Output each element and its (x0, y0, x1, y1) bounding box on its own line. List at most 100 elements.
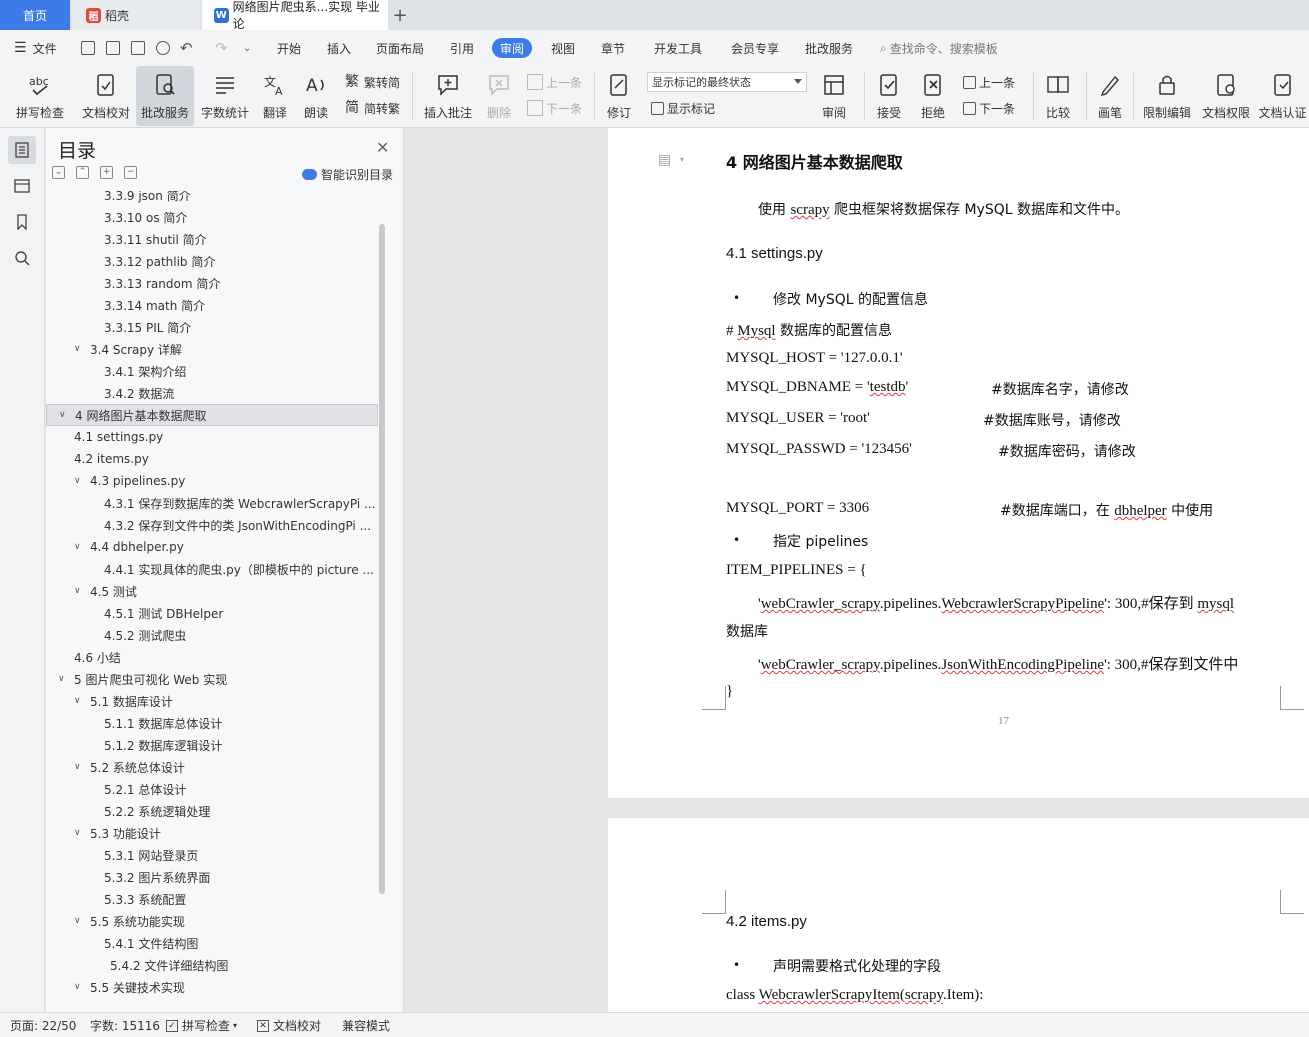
toc-item[interactable]: ∨ 4 网络图片基本数据爬取 (46, 404, 378, 426)
accept-button[interactable]: 接受 (869, 66, 909, 126)
tab-daoke[interactable]: 稻 稻壳 (72, 0, 200, 30)
to-simplified-button[interactable]: 简 简转繁 (345, 97, 400, 119)
find-toggle[interactable] (8, 244, 36, 272)
toc-item[interactable]: ∨ 4.4 dbhelper.py (46, 536, 378, 558)
track-changes-button[interactable]: 修订 (600, 66, 638, 126)
chevron-down-icon[interactable]: ∨ (74, 542, 84, 552)
chevron-down-icon[interactable]: ∨ (74, 696, 84, 706)
word-count-button[interactable]: 字数统计 (197, 66, 253, 126)
next-change-button[interactable]: 下一条 (963, 97, 1015, 119)
toc-item[interactable]: ∨ 5.5 系统功能实现 (46, 910, 378, 932)
print-icon[interactable] (131, 41, 145, 55)
toc-item[interactable]: 3.4.1 架构介绍 (46, 360, 378, 382)
menu-review[interactable]: 审阅 (492, 38, 533, 58)
paragraph-format-icon[interactable]: ▤ (658, 152, 671, 168)
toc-item[interactable]: 3.3.15 PIL 简介 (46, 316, 378, 338)
prev-comment-button[interactable]: 上一条 (527, 71, 582, 93)
toc-item[interactable]: ∨ 5.2 系统总体设计 (46, 756, 378, 778)
toc-item[interactable]: 5.3.1 网站登录页 (46, 844, 378, 866)
save-icon[interactable] (81, 41, 95, 55)
restrict-editing-button[interactable]: 限制编辑 (1138, 66, 1196, 126)
toc-panel-toggle[interactable] (8, 136, 36, 164)
insert-comment-button[interactable]: 插入批注 (420, 66, 476, 126)
add-level-icon[interactable]: + (100, 166, 113, 179)
chevron-down-icon[interactable]: ▾ (680, 155, 684, 164)
smart-toc-button[interactable]: 智能识别目录 (302, 166, 393, 183)
toc-item[interactable]: ∨ 4.3 pipelines.py (46, 470, 378, 492)
undo-icon[interactable]: ↶ (180, 30, 193, 66)
show-markup-button[interactable]: 显示标记 (651, 97, 715, 119)
toc-item[interactable]: 3.3.13 random 简介 (46, 272, 378, 294)
close-icon[interactable]: ✕ (376, 138, 389, 157)
toc-item[interactable]: 4.5.1 测试 DBHelper (46, 602, 378, 624)
pen-button[interactable]: 画笔 (1092, 66, 1128, 126)
toc-item[interactable]: 4.6 小结 (46, 646, 378, 668)
toc-item[interactable]: 4.5.2 测试爬虫 (46, 624, 378, 646)
review-pane-button[interactable]: 审阅 (814, 66, 854, 126)
toc-item[interactable]: 5.1.1 数据库总体设计 (46, 712, 378, 734)
chevron-down-icon[interactable]: ∨ (74, 828, 84, 838)
file-menu[interactable]: ☰ 文件 (14, 30, 57, 66)
doc-certify-button[interactable]: 文档认证 (1256, 66, 1309, 126)
correction-service-button[interactable]: 批改服务 (136, 66, 194, 126)
toc-item[interactable]: 5.4.1 文件结构图 (46, 932, 378, 954)
toc-item[interactable]: 5.5.1 ... (46, 998, 378, 1004)
expand-down-icon[interactable]: ⌄ (52, 166, 65, 179)
status-spellcheck[interactable]: ✓ 拼写检查 ▾ (166, 1013, 237, 1037)
menu-dev-tools[interactable]: 开发工具 (654, 30, 702, 66)
toc-item[interactable]: 5.4.2 文件详细结构图 (46, 954, 378, 976)
chevron-down-icon[interactable]: ∨ (59, 410, 69, 420)
chevron-down-icon[interactable]: ∨ (74, 762, 84, 772)
markup-state-select[interactable]: 显示标记的最终状态 (647, 72, 807, 92)
read-aloud-button[interactable]: A 朗读 (298, 66, 334, 126)
menu-member[interactable]: 会员专享 (731, 30, 779, 66)
menu-correction[interactable]: 批改服务 (805, 30, 853, 66)
chevron-down-icon[interactable]: ∨ (74, 916, 84, 926)
toc-item[interactable]: 5.1.2 数据库逻辑设计 (46, 734, 378, 756)
redo-icon[interactable]: ↷ (215, 30, 228, 66)
prev-change-button[interactable]: 上一条 (963, 71, 1015, 93)
preview-icon[interactable] (156, 41, 170, 55)
toc-item[interactable]: ∨ 5.5 关键技术实现 (46, 976, 378, 998)
toc-item[interactable]: 5.3.2 图片系统界面 (46, 866, 378, 888)
bookmark-toggle[interactable] (8, 208, 36, 236)
menu-references[interactable]: 引用 (450, 30, 474, 66)
delete-comment-button[interactable]: 删除 (478, 66, 520, 126)
toc-item[interactable]: 4.4.1 实现具体的爬虫.py（即模板中的 picture ... (46, 558, 378, 580)
proofread-button[interactable]: 文档校对 (78, 66, 134, 126)
menu-start[interactable]: 开始 (277, 30, 301, 66)
toc-item[interactable]: 5.2.1 总体设计 (46, 778, 378, 800)
status-proofread[interactable]: ✕ 文档校对 (257, 1013, 321, 1037)
tab-home[interactable]: 首页 (0, 0, 70, 30)
chevron-down-icon[interactable]: ⌄ (243, 30, 251, 66)
toc-item[interactable]: ∨ 5.3 功能设计 (46, 822, 378, 844)
command-search[interactable]: ⌕ 查找命令、搜索模板 (880, 30, 998, 66)
chevron-down-icon[interactable]: ∨ (58, 674, 68, 684)
toc-item[interactable]: ∨ 5 图片爬虫可视化 Web 实现 (46, 668, 378, 690)
chevron-down-icon[interactable]: ∨ (74, 586, 84, 596)
toc-item[interactable]: 3.3.14 math 简介 (46, 294, 378, 316)
chevron-down-icon[interactable]: ∨ (74, 344, 84, 354)
reject-button[interactable]: 拒绝 (913, 66, 953, 126)
toc-item[interactable]: 4.1 settings.py (46, 426, 378, 448)
toc-item[interactable]: 3.3.11 shutil 简介 (46, 228, 378, 250)
translate-button[interactable]: 文A 翻译 (255, 66, 295, 126)
toc-item[interactable]: ∨ 5.1 数据库设计 (46, 690, 378, 712)
collapse-up-icon[interactable]: ⌃ (76, 166, 89, 179)
spellcheck-button[interactable]: abc 拼写检查 (8, 66, 72, 126)
chevron-down-icon[interactable]: ∨ (74, 982, 84, 992)
menu-page-layout[interactable]: 页面布局 (376, 30, 424, 66)
doc-permission-button[interactable]: 文档权限 (1198, 66, 1254, 126)
toc-item[interactable]: 5.2.2 系统逻辑处理 (46, 800, 378, 822)
menu-insert[interactable]: 插入 (327, 30, 351, 66)
toc-item[interactable]: 4.2 items.py (46, 448, 378, 470)
to-traditional-button[interactable]: 繁 繁转简 (345, 71, 400, 93)
compare-button[interactable]: 比较 (1038, 66, 1078, 126)
word-count-indicator[interactable]: 字数: 15116 (90, 1013, 160, 1037)
new-tab-button[interactable]: + (390, 0, 410, 30)
toc-item[interactable]: ∨ 4.5 测试 (46, 580, 378, 602)
toc-item[interactable]: ∨ 3.4 Scrapy 详解 (46, 338, 378, 360)
toc-item[interactable]: 4.3.1 保存到数据库的类 WebcrawlerScrapyPi ... (46, 492, 378, 514)
toc-item[interactable]: 3.3.10 os 简介 (46, 206, 378, 228)
toc-item[interactable]: 4.3.2 保存到文件中的类 JsonWithEncodingPi ... (46, 514, 378, 536)
